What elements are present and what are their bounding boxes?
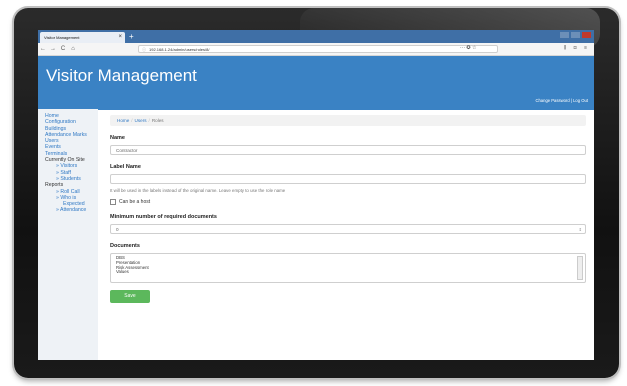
app-header: Visitor Management Change Password | Log… xyxy=(38,56,594,110)
close-window-icon[interactable] xyxy=(582,32,591,38)
spinner-icon[interactable]: ⇕ xyxy=(579,225,582,235)
sidebar: Home Configuration Buildings Attendance … xyxy=(38,109,98,360)
address-bar[interactable]: ⓘ 192.168.1.24/admin/users/roles/8/ xyxy=(138,45,498,53)
home-icon[interactable]: ⌂ xyxy=(68,46,78,52)
label-name-label: Label Name xyxy=(110,164,141,170)
minimize-icon[interactable] xyxy=(560,32,569,38)
change-password-link[interactable]: Change Password xyxy=(535,98,569,103)
navigation-bar: ← → C ⌂ ⓘ 192.168.1.24/admin/users/roles… xyxy=(38,43,594,56)
documents-select[interactable]: DBS Presentation Risk Assessment Values xyxy=(110,253,586,283)
log-out-link[interactable]: Log Out xyxy=(573,98,588,103)
forward-icon[interactable]: → xyxy=(48,46,58,52)
name-input[interactable]: Contractor xyxy=(110,145,586,155)
breadcrumb: Home / Users / Roles xyxy=(110,115,586,126)
info-icon: ⓘ xyxy=(142,47,146,52)
tab-bar: Visitor Management × + xyxy=(38,30,594,43)
toolbar-icons[interactable]: ⫼ ⊡ ≡ xyxy=(564,45,590,51)
min-docs-value: 0 xyxy=(116,227,119,232)
header-separator: | xyxy=(570,98,572,103)
back-icon[interactable]: ← xyxy=(38,46,48,52)
label-name-input[interactable] xyxy=(110,174,586,184)
header-links: Change Password | Log Out xyxy=(535,98,588,103)
can-be-host-row: Can be a host xyxy=(110,199,586,205)
browser-screen: Visitor Management × + ← → C ⌂ ⓘ 192.168… xyxy=(38,30,594,360)
maximize-icon[interactable] xyxy=(571,32,580,38)
main-content: Home / Users / Roles Name Contractor Label N… xyxy=(110,109,586,360)
tab-close-icon[interactable]: × xyxy=(118,34,122,40)
tab-title: Visitor Management xyxy=(44,35,80,40)
min-docs-label: Minimum number of required documents xyxy=(110,214,217,220)
documents-scrollbar[interactable] xyxy=(577,256,583,280)
documents-option[interactable]: Values xyxy=(116,270,580,275)
can-be-host-checkbox[interactable] xyxy=(110,199,116,205)
sidebar-item-attendance[interactable]: » Attendance xyxy=(45,207,98,213)
url-text: 192.168.1.24/admin/users/roles/8/ xyxy=(149,47,210,52)
save-button[interactable]: Save xyxy=(110,290,150,303)
page-actions-icons[interactable]: ··· ✪ ☆ xyxy=(460,45,476,51)
new-tab-icon[interactable]: + xyxy=(129,32,134,41)
breadcrumb-home[interactable]: Home xyxy=(117,118,129,123)
window-controls xyxy=(560,32,591,38)
documents-label: Documents xyxy=(110,243,140,249)
can-be-host-label: Can be a host xyxy=(119,199,151,205)
min-docs-input[interactable]: 0 ⇕ xyxy=(110,224,586,234)
name-label: Name xyxy=(110,135,125,141)
label-name-help: It will be used in the labels instead of… xyxy=(110,188,286,193)
breadcrumb-users[interactable]: Users xyxy=(135,118,147,123)
browser-tab[interactable]: Visitor Management × xyxy=(40,32,125,43)
reload-icon[interactable]: C xyxy=(58,46,68,52)
page-title: Visitor Management xyxy=(46,66,197,85)
breadcrumb-current: Roles xyxy=(151,118,164,123)
